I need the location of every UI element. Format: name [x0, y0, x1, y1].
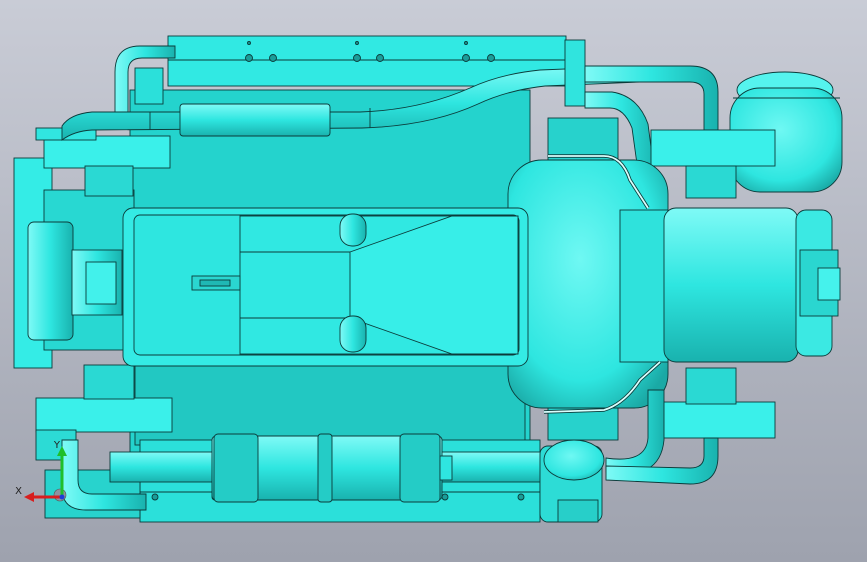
crank-nose: [85, 261, 117, 305]
bell-housing[interactable]: [619, 209, 669, 363]
muffler-bands: [213, 433, 441, 503]
throttle-port-bottom[interactable]: [339, 315, 367, 353]
engine-assembly-model[interactable]: Y X: [0, 0, 867, 562]
side-bracket-a: [547, 117, 619, 161]
triad-origin: [53, 488, 67, 502]
right-lower-mount: [685, 367, 737, 405]
triad-x-label: X: [15, 486, 22, 497]
sensor-slot-inner: [199, 279, 231, 287]
right-upper-bracket[interactable]: [650, 129, 776, 167]
triad-y-label: Y: [53, 440, 61, 451]
upper-pipe-sleeve[interactable]: [179, 103, 331, 137]
throttle-port-top[interactable]: [339, 213, 367, 247]
upper-left-bracket[interactable]: [43, 135, 171, 169]
generator-body[interactable]: [663, 207, 799, 363]
right-upper-mount: [685, 165, 737, 199]
damper-pulley[interactable]: [27, 221, 74, 341]
muffler-outlet: [439, 455, 453, 481]
right-lower-bracket[interactable]: [650, 401, 776, 439]
lower-right-fitting: [557, 499, 599, 523]
upper-pipe-collar: [134, 67, 164, 105]
lower-left-bracket[interactable]: [35, 397, 173, 433]
lower-left-mount[interactable]: [83, 364, 135, 400]
lower-block-panel: [134, 354, 526, 446]
cad-viewport[interactable]: Y X: [0, 0, 867, 562]
generator-terminal[interactable]: [817, 267, 841, 301]
upper-right-manifold[interactable]: [564, 39, 586, 107]
turbo-elbow[interactable]: [543, 439, 605, 481]
triad-z-axis: [59, 494, 65, 500]
triad-x-arrowhead: [24, 492, 34, 502]
upper-left-mount[interactable]: [84, 165, 134, 197]
